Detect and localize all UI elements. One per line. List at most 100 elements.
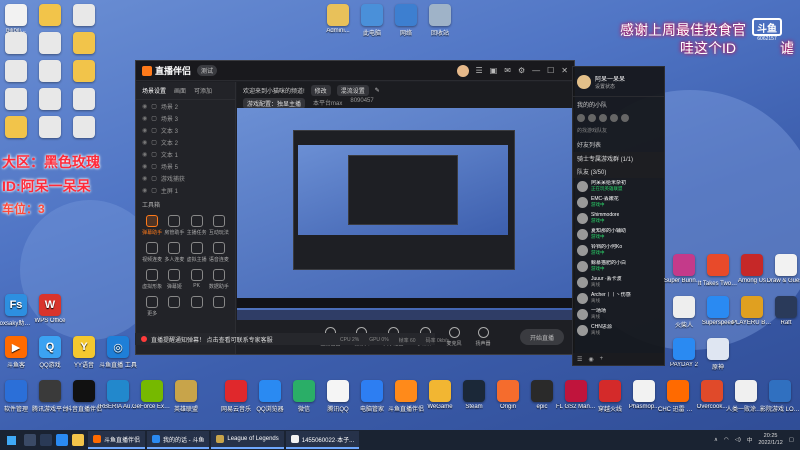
visibility-icon[interactable]: ◉ xyxy=(142,139,147,146)
desktop-file[interactable] xyxy=(64,4,104,28)
edit-title-button[interactable]: 修改 xyxy=(310,85,331,96)
profile-avatar[interactable] xyxy=(577,74,591,89)
squad-slot[interactable] xyxy=(588,114,596,122)
toolbox-item[interactable]: 多人连麦 xyxy=(164,242,184,263)
gift-icon[interactable]: ▣ xyxy=(490,66,498,75)
mix-settings-button[interactable]: 混流设置 xyxy=(336,85,369,96)
lock-icon[interactable]: ▢ xyxy=(151,187,157,194)
toolbox-item[interactable]: 语音连麦 xyxy=(209,242,229,263)
desktop-file[interactable] xyxy=(64,116,104,140)
desktop-file[interactable] xyxy=(64,88,104,112)
scene-item[interactable]: ◉ ▢ 文本 2 xyxy=(136,136,235,148)
desktop-shortcut[interactable]: Draw & Guess xyxy=(766,254,800,284)
minimize-icon[interactable]: — xyxy=(532,66,540,75)
scene-item[interactable]: ◉ ▢ 游戏捕获 xyxy=(136,172,235,184)
edit-icon[interactable]: ✎ xyxy=(375,87,380,94)
taskbar-window[interactable]: 我的的话 - 斗鱼 xyxy=(147,431,210,449)
network-icon[interactable]: ◠ xyxy=(724,437,729,443)
scene-item[interactable]: ◉ ▢ 文本 1 xyxy=(136,148,235,160)
profile-status[interactable]: 设置状态 xyxy=(595,83,625,90)
lock-icon[interactable]: ▢ xyxy=(151,103,157,110)
edge-icon[interactable] xyxy=(56,434,68,446)
friend-item[interactable]: 阿呆呆给米杂初 正在玩英雄联盟 xyxy=(573,178,664,194)
friend-item[interactable]: Juuur ·丢卡波 离线 xyxy=(573,274,664,290)
toolbox-item[interactable]: 虚拟主播 xyxy=(187,242,207,263)
friend-item[interactable]: 铃铛的小何Ko 游戏中 xyxy=(573,242,664,258)
group-title-2[interactable]: 队友 (3/50) xyxy=(573,165,664,178)
friend-item[interactable]: EMC-丢嫩花 游戏中 xyxy=(573,194,664,210)
mail-icon[interactable]: ✉ xyxy=(504,66,511,75)
lock-icon[interactable]: ▢ xyxy=(151,175,157,182)
visibility-icon[interactable]: ◉ xyxy=(142,187,147,194)
scene-item[interactable]: ◉ ▢ 场景 5 xyxy=(136,160,235,172)
visibility-icon[interactable]: ◉ xyxy=(142,151,147,158)
toolbox-item[interactable]: 视频连麦 xyxy=(142,242,162,263)
friend-item[interactable]: 一场场 离线 xyxy=(573,306,664,322)
visibility-icon[interactable]: ◉ xyxy=(142,127,147,134)
visibility-icon[interactable]: ◉ xyxy=(142,103,147,110)
friend-item[interactable]: Shimmodore 游戏中 xyxy=(573,210,664,226)
maximize-icon[interactable]: ☐ xyxy=(547,66,554,75)
toolbox-item[interactable]: 更多 xyxy=(142,296,162,317)
toolbox-item[interactable]: PK xyxy=(187,269,207,290)
sidebar-tab[interactable]: 场景设置 xyxy=(142,86,166,95)
stream-preview[interactable] xyxy=(237,108,574,320)
visibility-icon[interactable]: ◉ xyxy=(142,175,147,182)
close-icon[interactable]: ✕ xyxy=(561,66,568,75)
input-language[interactable]: 中 xyxy=(747,436,753,444)
desktop-file[interactable] xyxy=(64,60,104,84)
visibility-icon[interactable]: ◉ xyxy=(142,163,147,170)
desktop-shortcut[interactable]: 影院游戏 LOL 游乐 xyxy=(760,380,800,413)
friend-item[interactable]: Archer丨丨丶伤感 离线 xyxy=(573,290,664,306)
user-avatar[interactable] xyxy=(456,64,469,77)
toolbox-item[interactable]: 虚拟形象 xyxy=(142,269,162,290)
desktop-shortcut[interactable]: ◎ 斗鱼直播 工具 xyxy=(98,336,138,369)
app-titlebar[interactable]: 直播伴侣 测试 ☰ ▣ ✉ ⚙ — ☐ ✕ xyxy=(136,61,574,81)
lock-icon[interactable]: ▢ xyxy=(151,115,157,122)
add-friend-icon[interactable]: + xyxy=(600,356,604,362)
toolbox-item[interactable]: 弹幕助手 xyxy=(142,215,162,236)
squad-slot[interactable] xyxy=(577,114,585,122)
squad-slot[interactable] xyxy=(599,114,607,122)
squad-slot[interactable] xyxy=(610,114,618,122)
chat-icon[interactable]: ☰ xyxy=(577,356,582,363)
taskbar-window[interactable]: League of Legends xyxy=(211,431,284,449)
tray-expand-icon[interactable]: ∧ xyxy=(714,437,718,443)
taskbar-window[interactable]: 1455060022·本子... xyxy=(285,431,360,449)
desktop-file[interactable] xyxy=(64,32,104,56)
squad-slot[interactable] xyxy=(621,114,629,122)
scene-item[interactable]: ◉ ▢ 主屏 1 xyxy=(136,184,235,196)
desktop-shortcut[interactable]: Raft xyxy=(766,296,800,326)
desktop-shortcut[interactable]: 回收站 xyxy=(420,4,460,37)
task-view-icon[interactable] xyxy=(40,434,52,446)
toolbox-item[interactable] xyxy=(164,296,184,317)
desktop-shortcut[interactable]: 原神 xyxy=(698,338,738,371)
toolbox-item[interactable]: 互动玩法 xyxy=(209,215,229,236)
toolbox-item[interactable]: 主播任务 xyxy=(187,215,207,236)
lock-icon[interactable]: ▢ xyxy=(151,151,157,158)
friend-item[interactable]: CHN思源 离线 xyxy=(573,322,664,338)
sidebar-tab[interactable]: 可添加 xyxy=(194,86,212,95)
scene-item[interactable]: ◉ ▢ 场景 3 xyxy=(136,112,235,124)
live-assistant-window[interactable]: 直播伴侣 测试 ☰ ▣ ✉ ⚙ — ☐ ✕ 场景设置 画面 可添加 ◉ ▢ 场景 2 ◉ ▢… xyxy=(135,60,575,355)
desktop-shortcut[interactable]: W WPS Office xyxy=(30,294,70,324)
scene-item[interactable]: ◉ ▢ 文本 3 xyxy=(136,124,235,136)
search-icon[interactable] xyxy=(24,434,36,446)
friend-item[interactable]: 夏知那的小辅助 游戏中 xyxy=(573,226,664,242)
taskbar-window[interactable]: 斗鱼直播伴侣 xyxy=(88,431,146,449)
toolbox-item[interactable] xyxy=(209,296,229,317)
menu-icon[interactable]: ☰ xyxy=(476,66,483,75)
start-button[interactable] xyxy=(0,435,22,445)
lock-icon[interactable]: ▢ xyxy=(151,163,157,170)
friends-tab[interactable]: 好友列表 xyxy=(573,137,664,152)
desktop-shortcut[interactable]: 英雄联盟 xyxy=(166,380,206,413)
explorer-icon[interactable] xyxy=(72,434,84,446)
lock-icon[interactable]: ▢ xyxy=(151,127,157,134)
notification-icon[interactable]: ▢ xyxy=(789,437,794,443)
scene-item[interactable]: ◉ ▢ 场景 2 xyxy=(136,100,235,112)
toolbox-item[interactable] xyxy=(187,296,207,317)
sidebar-tab[interactable]: 画面 xyxy=(174,86,186,95)
volume-icon[interactable]: ◁) xyxy=(735,437,741,443)
toolbox-item[interactable]: 房管助手 xyxy=(164,215,184,236)
lock-icon[interactable]: ▢ xyxy=(151,139,157,146)
